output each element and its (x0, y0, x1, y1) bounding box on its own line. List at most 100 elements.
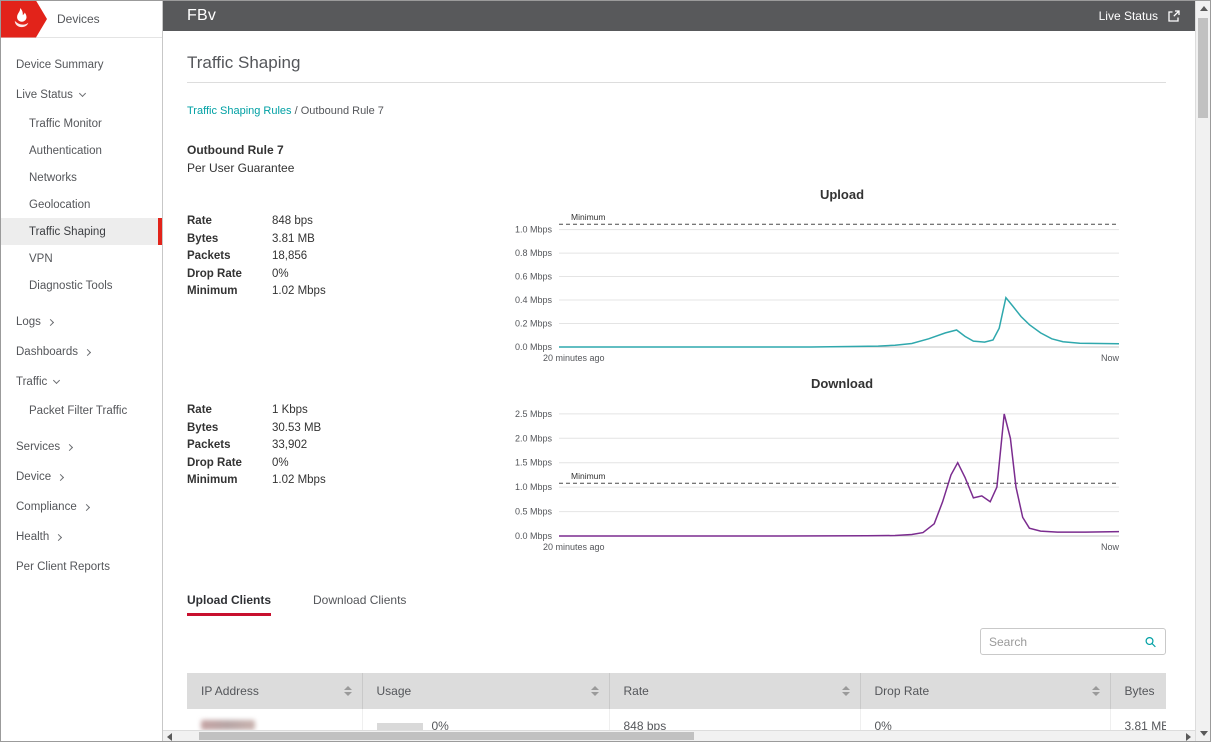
vertical-scrollbar-thumb[interactable] (1198, 18, 1208, 118)
upload-minimum-value: 1.02 Mbps (272, 283, 326, 301)
sidebar-item-packet-filter-traffic[interactable]: Packet Filter Traffic (1, 397, 162, 424)
page-title: Traffic Shaping (187, 53, 1166, 83)
clients-tabs: Upload Clients Download Clients (187, 593, 1166, 616)
search-input[interactable] (989, 635, 1144, 649)
breadcrumb: Traffic Shaping Rules / Outbound Rule 7 (187, 105, 1166, 117)
svg-text:0.0 Mbps: 0.0 Mbps (515, 342, 553, 352)
rule-name: Outbound Rule 7 (187, 143, 1166, 157)
horizontal-scrollbar-thumb[interactable] (199, 732, 694, 740)
sort-icon[interactable] (591, 686, 599, 696)
scroll-left-arrow-icon[interactable] (167, 733, 172, 741)
svg-text:0.6 Mbps: 0.6 Mbps (515, 272, 553, 282)
svg-text:1.5 Mbps: 1.5 Mbps (515, 458, 553, 468)
column-header-usage[interactable]: Usage (362, 673, 609, 709)
sidebar-item-dashboards[interactable]: Dashboards (1, 337, 162, 367)
download-minimum-value: 1.02 Mbps (272, 472, 326, 490)
search-row (187, 628, 1166, 655)
svg-text:2.5 Mbps: 2.5 Mbps (515, 409, 553, 419)
breadcrumb-current: Outbound Rule 7 (301, 105, 384, 117)
svg-text:20 minutes ago: 20 minutes ago (543, 353, 605, 363)
sidebar-item-vpn[interactable]: VPN (1, 245, 162, 272)
download-stats: Rate1 Kbps Bytes30.53 MB Packets33,902 D… (187, 376, 505, 563)
upload-droprate-value: 0% (272, 266, 289, 284)
upload-section: Rate848 bps Bytes3.81 MB Packets18,856 D… (187, 187, 1166, 374)
chevron-right-icon (57, 473, 64, 480)
flame-logo-banner (1, 1, 47, 38)
download-chart: 2.5 Mbps2.0 Mbps1.5 Mbps1.0 Mbps0.5 Mbps… (505, 392, 1166, 563)
upload-chart: 1.0 Mbps 0.8 Mbps 0.6 Mbps 0.4 Mbps 0.2 Mbps… (505, 203, 1166, 374)
sidebar-item-health[interactable]: Health (1, 522, 162, 552)
svg-text:0.0 Mbps: 0.0 Mbps (515, 531, 553, 541)
scroll-up-arrow-icon[interactable] (1200, 6, 1208, 11)
scroll-down-arrow-icon[interactable] (1200, 731, 1208, 736)
svg-text:1.0 Mbps: 1.0 Mbps (515, 225, 553, 235)
horizontal-scrollbar[interactable] (163, 730, 1195, 741)
column-header-rate[interactable]: Rate (609, 673, 860, 709)
svg-text:2.0 Mbps: 2.0 Mbps (515, 433, 553, 443)
tab-download-clients[interactable]: Download Clients (313, 593, 406, 616)
chevron-right-icon (83, 503, 90, 510)
sidebar-item-traffic-monitor[interactable]: Traffic Monitor (1, 110, 162, 137)
sidebar-item-logs[interactable]: Logs (1, 307, 162, 337)
svg-text:20 minutes ago: 20 minutes ago (543, 542, 605, 552)
upload-chart-block: Upload 1.0 Mbps0.8 Mbps0.6 Mbps0.4 Mbps0… (505, 187, 1166, 374)
main-panel: FBv Live Status Traffic Shaping Traffic … (163, 1, 1195, 741)
sidebar-item-per-client-reports[interactable]: Per Client Reports (1, 552, 162, 582)
external-link-icon (1167, 9, 1181, 23)
scroll-right-arrow-icon[interactable] (1186, 733, 1191, 741)
download-rate-value: 1 Kbps (272, 402, 308, 420)
breadcrumb-link-traffic-shaping-rules[interactable]: Traffic Shaping Rules (187, 105, 292, 117)
upload-packets-value: 18,856 (272, 248, 307, 266)
sort-icon[interactable] (344, 686, 352, 696)
sidebar-item-traffic[interactable]: Traffic (1, 367, 162, 397)
sort-icon[interactable] (1092, 686, 1100, 696)
sidebar-item-networks[interactable]: Networks (1, 164, 162, 191)
tab-upload-clients[interactable]: Upload Clients (187, 593, 271, 616)
rule-subtitle: Per User Guarantee (187, 161, 1166, 175)
download-packets-value: 33,902 (272, 437, 307, 455)
sidebar-item-device[interactable]: Device (1, 462, 162, 492)
live-status-button[interactable]: Live Status (1099, 9, 1181, 23)
download-section: Rate1 Kbps Bytes30.53 MB Packets33,902 D… (187, 376, 1166, 563)
sidebar-item-diagnostic-tools[interactable]: Diagnostic Tools (1, 272, 162, 299)
brand-label: Devices (57, 12, 100, 26)
upload-stats: Rate848 bps Bytes3.81 MB Packets18,856 D… (187, 187, 505, 374)
sidebar-item-authentication[interactable]: Authentication (1, 137, 162, 164)
sort-icon[interactable] (842, 686, 850, 696)
download-chart-title: Download (505, 376, 1125, 392)
page-content: Traffic Shaping Traffic Shaping Rules / … (163, 53, 1195, 741)
table-header-row: IP Address Usage Rate Drop Rate Bytes (187, 673, 1166, 709)
svg-text:0.2 Mbps: 0.2 Mbps (515, 319, 553, 329)
svg-text:Now: Now (1101, 353, 1120, 363)
vertical-scrollbar[interactable] (1195, 1, 1210, 741)
svg-text:0.8 Mbps: 0.8 Mbps (515, 248, 553, 258)
chevron-down-icon (53, 377, 60, 384)
sidebar-item-live-status[interactable]: Live Status (1, 80, 162, 110)
download-bytes-value: 30.53 MB (272, 420, 321, 438)
column-header-drop-rate[interactable]: Drop Rate (860, 673, 1110, 709)
chevron-right-icon (55, 533, 62, 540)
sidebar-item-compliance[interactable]: Compliance (1, 492, 162, 522)
sidebar-item-device-summary[interactable]: Device Summary (1, 50, 162, 80)
svg-text:1.0 Mbps: 1.0 Mbps (515, 482, 553, 492)
search-icon[interactable] (1144, 634, 1157, 650)
chevron-down-icon (79, 90, 86, 97)
column-header-bytes[interactable]: Bytes (1110, 673, 1166, 709)
rule-header: Outbound Rule 7 Per User Guarantee (187, 143, 1166, 175)
sidebar-item-services[interactable]: Services (1, 432, 162, 462)
search-box (980, 628, 1166, 655)
flame-icon (7, 6, 33, 32)
svg-text:Minimum: Minimum (571, 471, 605, 481)
svg-text:0.4 Mbps: 0.4 Mbps (515, 295, 553, 305)
download-droprate-value: 0% (272, 455, 289, 473)
sidebar-item-geolocation[interactable]: Geolocation (1, 191, 162, 218)
top-header: FBv Live Status (163, 1, 1195, 31)
svg-text:Minimum: Minimum (571, 212, 605, 222)
sidebar-item-traffic-shaping[interactable]: Traffic Shaping (1, 218, 162, 245)
column-header-ip-address[interactable]: IP Address (187, 673, 362, 709)
upload-rate-value: 848 bps (272, 213, 313, 231)
chevron-right-icon (84, 348, 91, 355)
sidebar-brand-row: Devices (1, 1, 162, 38)
chevron-right-icon (66, 443, 73, 450)
ip-address-blurred (201, 720, 255, 730)
